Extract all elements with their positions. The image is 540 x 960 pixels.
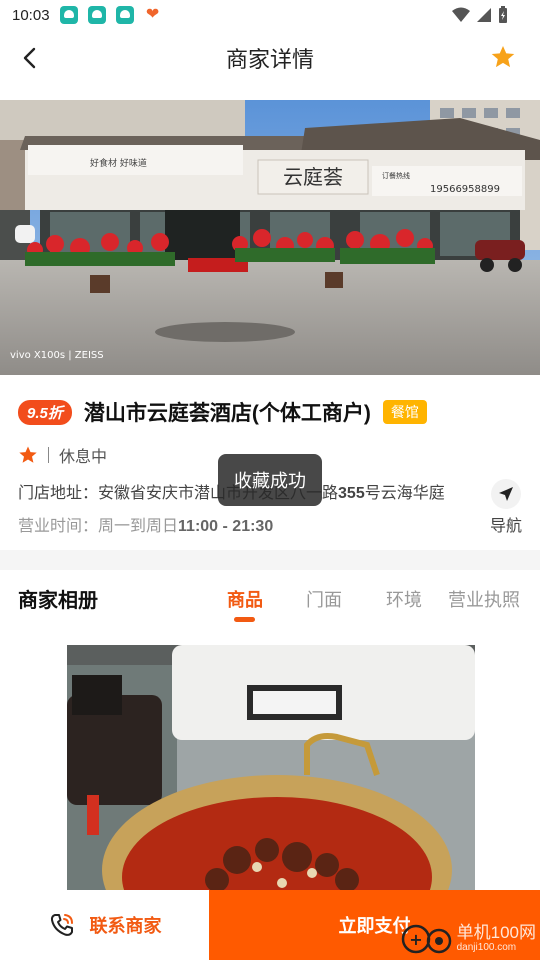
food-photo-illustration — [67, 645, 475, 895]
watermark-title: 单机100网 — [456, 923, 536, 942]
address-label: 门店地址： — [18, 485, 99, 502]
watermark-logo-icon: + — [399, 922, 455, 956]
status-bar: 10:03 ❤ — [0, 0, 540, 30]
sign-slogan: 好食材 好味道 — [90, 157, 147, 169]
notification-app-icon — [59, 6, 78, 24]
back-button[interactable] — [14, 42, 46, 74]
notification-app-icon — [87, 6, 106, 24]
storefront-photo[interactable]: 云庭荟 好食材 好味道 订餐热线 19566958899 vivo X100s … — [0, 100, 540, 375]
site-watermark: + 单机100网 danji100.com — [399, 922, 536, 956]
sign-phone-label: 订餐热线 — [382, 171, 410, 180]
section-divider — [0, 550, 540, 570]
system-icons — [452, 6, 508, 24]
phone-icon — [50, 914, 73, 936]
app-header: 商家详情 — [0, 30, 540, 86]
toast-message: 收藏成功 — [218, 454, 322, 506]
heart-notification-icon: ❤ — [145, 6, 160, 23]
hours-label: 营业时间： — [18, 518, 99, 535]
divider — [48, 447, 49, 463]
contact-merchant-label: 联系商家 — [89, 916, 162, 936]
album-title: 商家相册 — [18, 590, 98, 612]
storefront-illustration: 云庭荟 好食材 好味道 订餐热线 19566958899 vivo X100s … — [0, 100, 540, 375]
category-badge: 餐馆 — [382, 400, 427, 424]
camera-watermark: vivo X100s | ZEISS — [10, 350, 104, 361]
shop-name-row: 9.5折 潜山市云庭荟酒店(个体工商户) 餐馆 — [18, 397, 427, 427]
tab-products[interactable]: 商品 — [227, 586, 263, 612]
notification-app-icon — [115, 6, 134, 24]
shop-name: 潜山市云庭荟酒店(个体工商户) — [83, 402, 371, 425]
hours-row: 营业时间：周一到周日11:00 - 21:30 — [18, 512, 273, 536]
navigation-icon — [491, 479, 521, 509]
contact-merchant-button[interactable]: 联系商家 — [0, 890, 209, 960]
rating-status-row: 休息中 — [18, 443, 107, 467]
navigate-button[interactable]: 导航 — [486, 479, 526, 536]
tab-environment[interactable]: 环境 — [386, 586, 422, 612]
wifi-icon — [452, 7, 470, 22]
navigate-label: 导航 — [489, 518, 522, 535]
sign-shop-name: 云庭荟 — [283, 165, 343, 189]
status-time: 10:03 — [12, 6, 50, 24]
active-tab-indicator — [234, 617, 255, 622]
chevron-left-icon — [23, 47, 36, 69]
svg-text:+: + — [409, 930, 422, 949]
hours-time: 11:00 - 21:30 — [178, 518, 274, 535]
business-status: 休息中 — [59, 449, 108, 466]
page-title: 商家详情 — [225, 47, 314, 72]
album-photo[interactable] — [67, 645, 475, 895]
tab-storefront[interactable]: 门面 — [306, 586, 342, 612]
hours-days: 周一到周日 — [98, 518, 179, 535]
album-header: 商家相册 商品 门面 环境 营业执照 — [0, 570, 540, 630]
battery-icon — [499, 6, 507, 23]
bottom-action-bar: 联系商家 立即支付 + 单机100网 danji100.com — [0, 890, 540, 960]
favorite-button[interactable] — [490, 44, 518, 72]
star-icon — [19, 446, 37, 463]
sign-phone: 19566958899 — [430, 184, 500, 195]
discount-badge: 9.5折 — [18, 399, 72, 425]
star-icon — [491, 45, 515, 68]
watermark-url: danji100.com — [456, 942, 517, 953]
tab-business-license[interactable]: 营业执照 — [448, 586, 520, 612]
signal-icon — [477, 8, 491, 22]
